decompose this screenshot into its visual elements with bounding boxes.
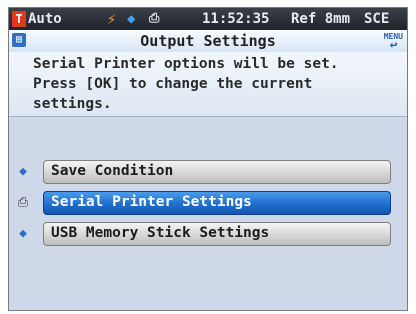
tag-icon: ◆ [19, 164, 27, 179]
tag-icon: ◆ [19, 226, 27, 241]
menu-item-label: Save Condition [51, 163, 174, 179]
ref-label: Ref [291, 11, 317, 27]
menu-item-label: Serial Printer Settings [51, 194, 252, 210]
message-line-2: Press [OK] to change the current [33, 76, 313, 92]
lightning-icon: ⚡ [107, 10, 117, 28]
clock-time: 11:52:35 [202, 11, 270, 27]
message-line-3: settings. [33, 96, 112, 112]
page-title: Output Settings [140, 32, 276, 50]
message-line-1: Serial Printer options will be set. [33, 56, 339, 72]
menu-back-button[interactable]: MENU ↩ [384, 32, 403, 53]
printer-icon: ⎙ [17, 195, 29, 210]
menu-item-label: USB Memory Stick Settings [51, 225, 270, 241]
tag-icon: ◆ [127, 11, 136, 27]
status-bar: T Auto ⚡ ◆ ⎙ 11:52:35 Ref 8mm SCE [9, 8, 407, 30]
mode-badge: T [12, 11, 26, 27]
ref-value: 8mm [324, 11, 351, 27]
menu-item-save-condition[interactable]: Save Condition [43, 160, 391, 184]
menu-item-usb-memory-stick-settings[interactable]: USB Memory Stick Settings [43, 222, 391, 246]
guidance-message: Serial Printer options will be set. Pres… [9, 52, 407, 117]
ref-indicator: Ref 8mm [291, 8, 350, 30]
measurement-mode: Auto [28, 11, 62, 27]
printer-icon: ⎙ [149, 11, 160, 26]
menu-item-serial-printer-settings[interactable]: Serial Printer Settings [43, 191, 391, 215]
device-screen: T Auto ⚡ ◆ ⎙ 11:52:35 Ref 8mm SCE ▤ Outp… [8, 7, 408, 311]
title-bar: ▤ Output Settings MENU ↩ [9, 30, 407, 53]
sce-indicator: SCE [364, 11, 390, 27]
